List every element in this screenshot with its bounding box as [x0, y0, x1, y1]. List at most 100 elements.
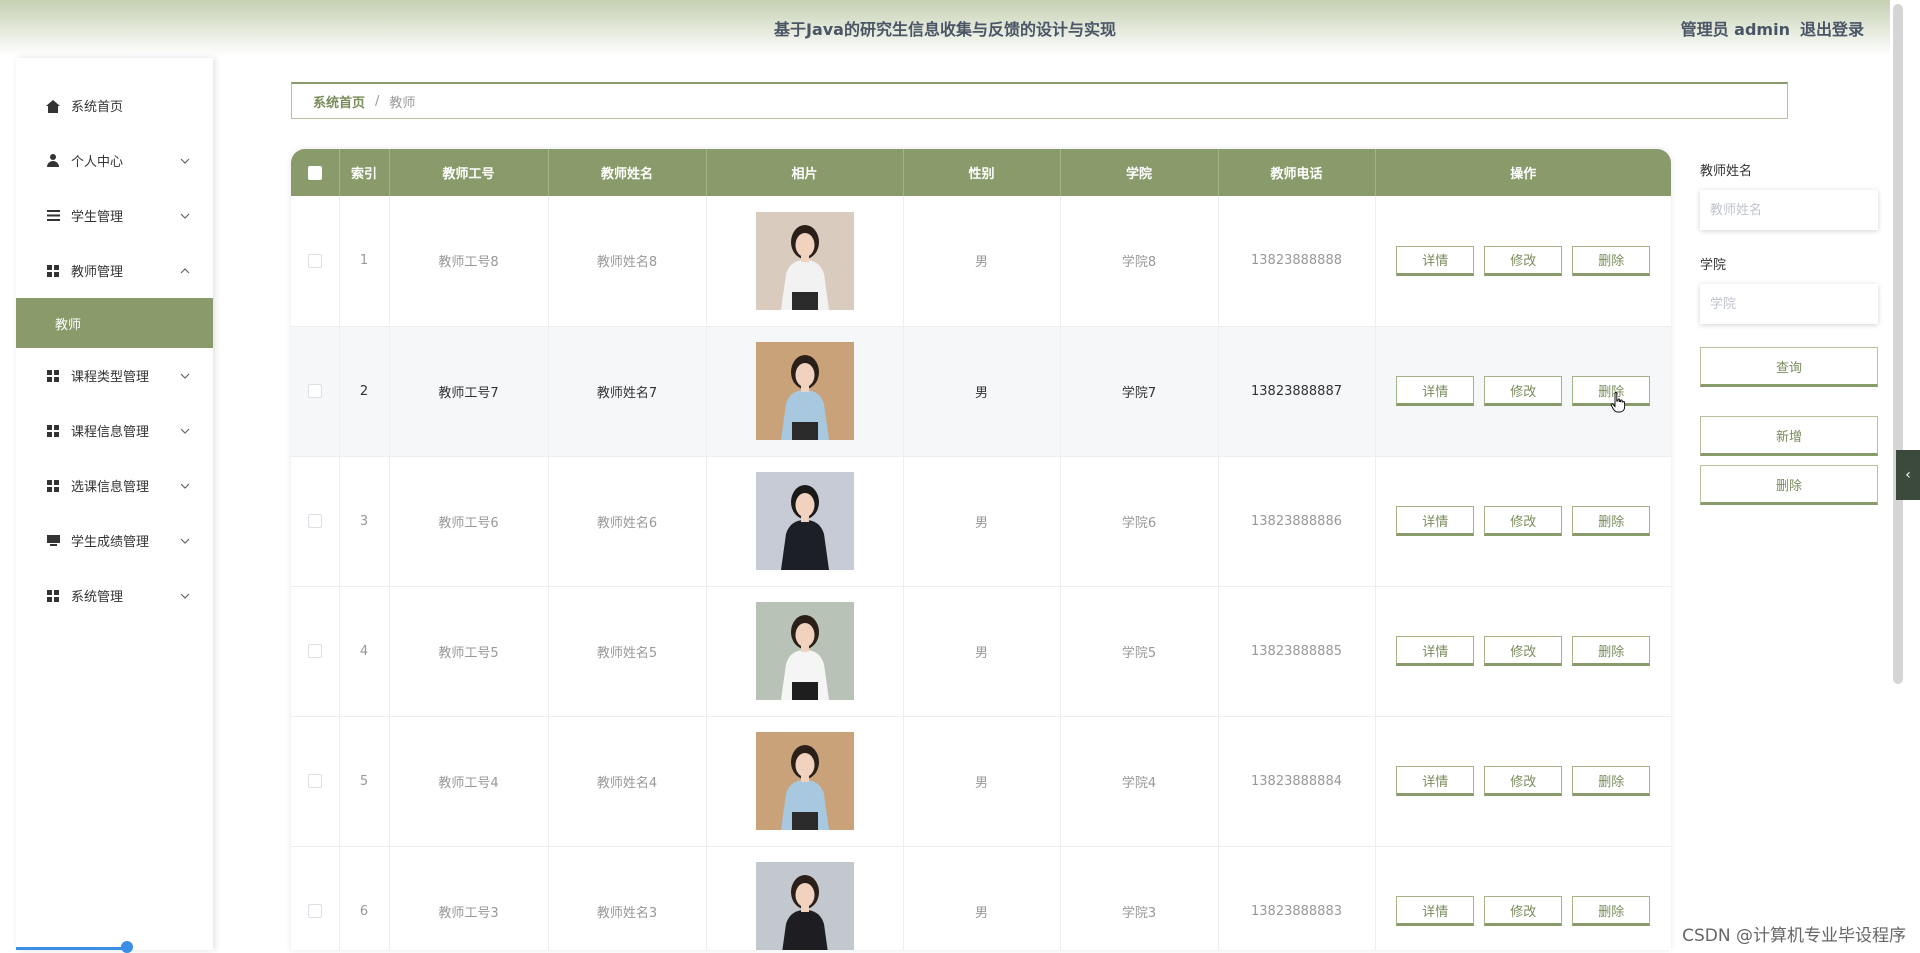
teacher-photo[interactable]: [756, 212, 854, 310]
teacher-photo[interactable]: [756, 862, 854, 950]
detail-button[interactable]: 详情: [1396, 506, 1474, 536]
column-header[interactable]: 相片: [706, 149, 903, 196]
edit-button[interactable]: 修改: [1484, 246, 1562, 276]
sidebar-item-students[interactable]: 学生管理: [16, 188, 213, 243]
photo-cell: [706, 456, 903, 586]
sidebar-item-system[interactable]: 系统管理: [16, 568, 213, 623]
select-all-checkbox[interactable]: [308, 166, 322, 180]
batch-delete-button[interactable]: 删除: [1700, 465, 1878, 505]
college-cell: 学院7: [1060, 326, 1218, 456]
row-checkbox[interactable]: [308, 904, 322, 918]
row-checkbox[interactable]: [308, 644, 322, 658]
edit-button[interactable]: 修改: [1484, 376, 1562, 406]
table-row[interactable]: 6 教师工号3 教师姓名3 男 学院3 13823888883 详情 修改 删除: [291, 846, 1671, 950]
sidebar-item-course-selection[interactable]: 选课信息管理: [16, 458, 213, 513]
delete-button[interactable]: 删除: [1572, 246, 1650, 276]
teacher-name-label: 教师姓名: [1700, 160, 1878, 179]
list-icon: [46, 209, 60, 223]
column-header[interactable]: 学院: [1060, 149, 1218, 196]
gender-cell: 男: [903, 196, 1060, 326]
gender-cell: 男: [903, 846, 1060, 950]
phone-cell: 13823888885: [1218, 586, 1375, 716]
column-header[interactable]: 索引: [339, 149, 389, 196]
table-row[interactable]: 4 教师工号5 教师姓名5 男 学院5 13823888885 详情 修改 删除: [291, 586, 1671, 716]
sidebar-scroll-handle[interactable]: [121, 941, 133, 953]
phone-cell: 13823888883: [1218, 846, 1375, 950]
row-checkbox[interactable]: [308, 774, 322, 788]
teacher-table: 索引 教师工号 教师姓名 相片 性别 学院 教师电话 操作 1 教师工号8 教师…: [291, 149, 1671, 950]
detail-button[interactable]: 详情: [1396, 246, 1474, 276]
chevron-down-icon: [179, 425, 191, 437]
teacher-name-input[interactable]: [1700, 190, 1878, 230]
edit-button[interactable]: 修改: [1484, 506, 1562, 536]
photo-cell: [706, 716, 903, 846]
breadcrumb-home[interactable]: 系统首页: [313, 92, 365, 111]
sidebar-item-course-info[interactable]: 课程信息管理: [16, 403, 213, 458]
sidebar-item-teachers[interactable]: 教师管理: [16, 243, 213, 298]
edit-button[interactable]: 修改: [1484, 636, 1562, 666]
table-row[interactable]: 3 教师工号6 教师姓名6 男 学院6 13823888886 详情 修改 删除: [291, 456, 1671, 586]
actions-cell: 详情 修改 删除: [1375, 846, 1671, 950]
teacher-no-cell: 教师工号7: [389, 326, 548, 456]
detail-button[interactable]: 详情: [1396, 376, 1474, 406]
table-row[interactable]: 2 教师工号7 教师姓名7 男 学院7 13823888887 详情 修改 删除: [291, 326, 1671, 456]
edit-button[interactable]: 修改: [1484, 766, 1562, 796]
sidebar-item-course-types[interactable]: 课程类型管理: [16, 348, 213, 403]
sidebar-item-label: 课程信息管理: [71, 421, 149, 440]
row-checkbox[interactable]: [308, 384, 322, 398]
add-button[interactable]: 新增: [1700, 416, 1878, 456]
college-cell: 学院3: [1060, 846, 1218, 950]
column-header[interactable]: 教师电话: [1218, 149, 1375, 196]
sidebar-item-grades[interactable]: 学生成绩管理: [16, 513, 213, 568]
teacher-name-cell: 教师姓名4: [548, 716, 706, 846]
collapse-panel-tab[interactable]: ‹: [1896, 450, 1920, 500]
phone-cell: 13823888887: [1218, 326, 1375, 456]
detail-button[interactable]: 详情: [1396, 766, 1474, 796]
sidebar-subitem-teacher[interactable]: 教师: [16, 298, 213, 348]
column-header[interactable]: 性别: [903, 149, 1060, 196]
column-header: 操作: [1375, 149, 1671, 196]
logout-link[interactable]: 退出登录: [1800, 16, 1864, 40]
sidebar-item-label: 学生管理: [71, 206, 123, 225]
teacher-name-cell: 教师姓名8: [548, 196, 706, 326]
sidebar-item-label: 选课信息管理: [71, 476, 149, 495]
select-all-header: [291, 149, 339, 196]
teacher-name-cell: 教师姓名5: [548, 586, 706, 716]
delete-button[interactable]: 删除: [1572, 506, 1650, 536]
row-checkbox[interactable]: [308, 254, 322, 268]
delete-button[interactable]: 删除: [1572, 636, 1650, 666]
table-row[interactable]: 1 教师工号8 教师姓名8 男 学院8 13823888888 详情 修改 删除: [291, 196, 1671, 326]
detail-button[interactable]: 详情: [1396, 896, 1474, 926]
detail-button[interactable]: 详情: [1396, 636, 1474, 666]
gender-cell: 男: [903, 326, 1060, 456]
user-area: 管理员 admin 退出登录: [1681, 16, 1864, 40]
teacher-photo[interactable]: [756, 602, 854, 700]
delete-button[interactable]: 删除: [1572, 896, 1650, 926]
row-select-cell: [291, 846, 339, 950]
sidebar-item-home[interactable]: 系统首页: [16, 78, 213, 133]
page-scrollbar-thumb[interactable]: [1893, 4, 1903, 684]
row-select-cell: [291, 196, 339, 326]
teacher-photo[interactable]: [756, 732, 854, 830]
actions-cell: 详情 修改 删除: [1375, 196, 1671, 326]
edit-button[interactable]: 修改: [1484, 896, 1562, 926]
grid-icon: [46, 589, 60, 603]
actions-cell: 详情 修改 删除: [1375, 326, 1671, 456]
chevron-down-icon: [179, 590, 191, 602]
teacher-no-cell: 教师工号3: [389, 846, 548, 950]
query-button[interactable]: 查询: [1700, 347, 1878, 387]
column-header[interactable]: 教师工号: [389, 149, 548, 196]
teacher-photo[interactable]: [756, 472, 854, 570]
row-select-cell: [291, 586, 339, 716]
watermark: CSDN @计算机专业毕设程序: [1682, 921, 1906, 946]
sidebar: 系统首页 个人中心 学生管理 教师管理 教师 课程类型管理 课程信息管理: [16, 58, 213, 950]
column-header[interactable]: 教师姓名: [548, 149, 706, 196]
teacher-photo[interactable]: [756, 342, 854, 440]
teacher-no-cell: 教师工号8: [389, 196, 548, 326]
sidebar-item-profile[interactable]: 个人中心: [16, 133, 213, 188]
delete-button[interactable]: 删除: [1572, 766, 1650, 796]
row-checkbox[interactable]: [308, 514, 322, 528]
phone-cell: 13823888888: [1218, 196, 1375, 326]
table-row[interactable]: 5 教师工号4 教师姓名4 男 学院4 13823888884 详情 修改 删除: [291, 716, 1671, 846]
college-input[interactable]: [1700, 284, 1878, 324]
